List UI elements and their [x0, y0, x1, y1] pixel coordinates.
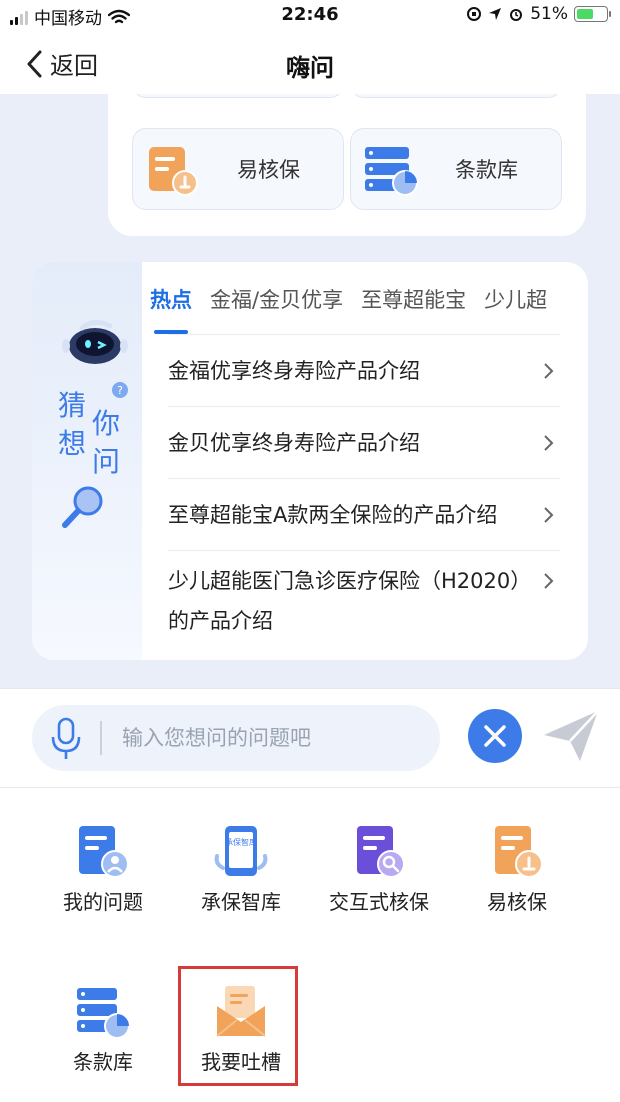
- grid-item-interactive-underwriting[interactable]: 交互式核保: [314, 824, 444, 915]
- page-title: 嗨问: [286, 54, 334, 82]
- grid-item-my-questions[interactable]: 我的问题: [38, 824, 168, 915]
- tool-tile-clause-library[interactable]: 条款库: [350, 128, 562, 210]
- microphone-icon[interactable]: [50, 717, 82, 761]
- tool-card: 易核保 条款库: [108, 94, 586, 236]
- chevron-right-icon: [544, 362, 554, 379]
- screen-lock-icon: [467, 7, 482, 21]
- function-grid: 我的问题 承保智库 承保智库 交互式核保 易核保 条款库 我要吐槽: [0, 788, 620, 1102]
- question-input[interactable]: [122, 715, 422, 761]
- grid-item-easy-underwriting[interactable]: 易核保: [452, 824, 582, 915]
- location-arrow-icon: [489, 8, 502, 20]
- grid-item-underwriting-library[interactable]: 承保智库 承保智库: [176, 824, 306, 915]
- svg-text:?: ?: [117, 384, 123, 397]
- tool-label: 条款库: [455, 158, 518, 182]
- question-item[interactable]: 至尊超能宝A款两全保险的产品介绍: [168, 478, 560, 550]
- grid-label: 条款库: [73, 1050, 133, 1074]
- guess-you-ask-card: 猜 想 你 问 ? 热点 金福/金贝优享 至尊超能宝 少儿超 金福优享终身寿险产…: [32, 262, 588, 660]
- grid-label: 易核保: [487, 890, 547, 914]
- tool-tile-easy-underwriting[interactable]: 易核保: [132, 128, 344, 210]
- robot-icon: [62, 320, 128, 364]
- document-stamp-icon: [149, 147, 198, 196]
- nav-bar: 返回 嗨问: [0, 32, 620, 94]
- battery-icon: [574, 6, 611, 22]
- alarm-icon: [510, 9, 523, 21]
- grid-item-clause-library[interactable]: 条款库: [38, 984, 168, 1075]
- guess-char: 猜: [58, 389, 87, 422]
- grid-label: 我的问题: [63, 890, 143, 914]
- database-chart-icon: [365, 147, 418, 196]
- underwriting-library-icon-text: 承保智库: [225, 837, 257, 847]
- guess-sidebar: 猜 想 你 问 ?: [32, 262, 142, 660]
- interactive-underwriting-icon: [357, 826, 405, 878]
- input-bar: [0, 688, 620, 788]
- tab-hot[interactable]: 热点: [150, 282, 192, 334]
- close-button[interactable]: [468, 709, 522, 763]
- question-item[interactable]: 金福优享终身寿险产品介绍: [168, 334, 560, 406]
- input-wrapper: [32, 705, 440, 771]
- guess-char: 问: [92, 445, 121, 478]
- tab-children[interactable]: 少儿超: [484, 282, 547, 334]
- tab-zhizun[interactable]: 至尊超能宝: [361, 282, 466, 334]
- input-divider: [100, 721, 102, 755]
- guess-char: 想: [58, 427, 87, 460]
- chevron-right-icon: [544, 506, 554, 523]
- topic-tabs: 热点 金福/金贝优享 至尊超能宝 少儿超: [150, 282, 570, 334]
- battery-percent: 51%: [530, 4, 568, 24]
- tool-tile-partial[interactable]: [350, 94, 562, 98]
- magnifier-icon: [62, 486, 103, 528]
- question-bubble-icon: ?: [112, 382, 128, 398]
- question-list: 金福优享终身寿险产品介绍 金贝优享终身寿险产品介绍 至尊超能宝A款两全保险的产品…: [168, 334, 560, 650]
- question-item[interactable]: 金贝优享终身寿险产品介绍: [168, 406, 560, 478]
- grid-label: 交互式核保: [329, 890, 429, 914]
- guess-char: 你: [92, 407, 121, 440]
- highlight-box: [178, 966, 298, 1086]
- underwriting-library-icon: 承保智库: [214, 826, 268, 876]
- status-bar: 中国移动 22:46 51%: [0, 0, 620, 32]
- tool-label: 易核保: [237, 158, 300, 182]
- question-text: 金贝优享终身寿险产品介绍: [168, 430, 420, 455]
- question-text: 金福优享终身寿险产品介绍: [168, 358, 420, 383]
- easy-underwriting-icon: [495, 826, 543, 878]
- grid-label: 承保智库: [201, 890, 281, 914]
- close-icon: [484, 725, 506, 747]
- tab-jinfu-jinbei[interactable]: 金福/金贝优享: [210, 282, 343, 334]
- tool-tile-partial[interactable]: [132, 94, 344, 98]
- chevron-right-icon: [544, 434, 554, 451]
- question-item[interactable]: 少儿超能医门急诊医疗保险（H2020）的产品介绍: [168, 550, 560, 650]
- clause-library-icon: [77, 988, 130, 1039]
- send-icon[interactable]: [540, 705, 602, 767]
- my-questions-icon: [79, 826, 129, 878]
- question-text: 至尊超能宝A款两全保险的产品介绍: [168, 502, 498, 527]
- chat-content[interactable]: 易核保 条款库 猜 想 你 问 ? 热点 金福/金贝优享 至尊超能宝 少儿超 金…: [0, 94, 620, 688]
- question-text: 少儿超能医门急诊医疗保险（H2020）的产品介绍: [168, 569, 521, 633]
- chevron-right-icon: [544, 573, 554, 589]
